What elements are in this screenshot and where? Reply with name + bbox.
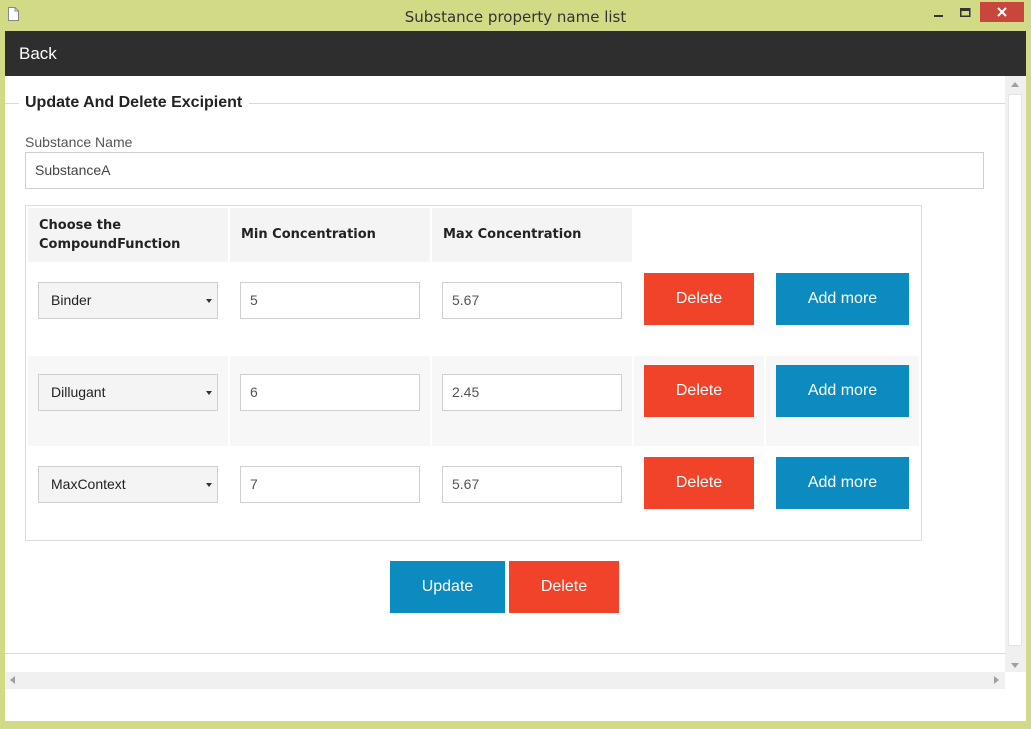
min-concentration-input[interactable]: 7 (240, 466, 420, 503)
compound-function-select[interactable]: Dillugant (38, 374, 218, 411)
header-compound-function: Choose the CompoundFunction (28, 208, 228, 262)
excipient-table: Choose the CompoundFunction Min Concentra… (25, 205, 922, 541)
main-content: Update And Delete Excipient Substance Na… (5, 76, 1005, 672)
section-title: Update And Delete Excipient (25, 94, 243, 111)
delete-row-button[interactable]: Delete (644, 457, 754, 509)
window-footer (5, 689, 1026, 721)
compound-function-select[interactable]: MaxContext (38, 466, 218, 503)
maximize-button[interactable] (956, 3, 974, 23)
back-link[interactable]: Back (19, 44, 57, 64)
delete-button[interactable]: Delete (509, 561, 619, 613)
app-window: Substance property name list Back Update… (0, 0, 1031, 729)
delete-row-button[interactable]: Delete (644, 273, 754, 325)
add-more-button[interactable]: Add more (776, 457, 909, 509)
substance-name-label: Substance Name (25, 134, 133, 150)
header-max-concentration: Max Concentration (432, 208, 632, 262)
chevron-down-icon (206, 299, 212, 303)
header-line: Choose the (39, 218, 122, 233)
maximize-icon (959, 8, 970, 17)
minimize-icon (934, 15, 943, 17)
min-concentration-input[interactable]: 6 (240, 374, 420, 411)
add-more-button[interactable]: Add more (776, 365, 909, 417)
min-concentration-input[interactable]: 5 (240, 282, 420, 319)
chevron-down-icon (206, 391, 212, 395)
fieldset-border (249, 103, 1005, 104)
max-concentration-input[interactable]: 5.67 (442, 282, 622, 319)
substance-name-input[interactable]: SubstanceA (25, 152, 984, 189)
scroll-right-icon[interactable] (994, 676, 999, 684)
close-button[interactable] (980, 2, 1024, 22)
window-title: Substance property name list (404, 8, 627, 26)
nav-bar: Back (5, 31, 1026, 76)
vertical-scrollbar[interactable] (1005, 76, 1026, 672)
chevron-down-icon (206, 483, 212, 487)
fieldset-border (5, 653, 1005, 654)
delete-row-button[interactable]: Delete (644, 365, 754, 417)
scrollbar-thumb[interactable] (1008, 94, 1022, 646)
scroll-up-icon[interactable] (1011, 82, 1019, 87)
max-concentration-input[interactable]: 2.45 (442, 374, 622, 411)
max-concentration-input[interactable]: 5.67 (442, 466, 622, 503)
add-more-button[interactable]: Add more (776, 273, 909, 325)
update-button[interactable]: Update (390, 561, 505, 613)
title-bar: Substance property name list (0, 0, 1031, 31)
horizontal-scrollbar[interactable] (5, 672, 1005, 689)
header-line: CompoundFunction (39, 237, 181, 252)
header-min-concentration: Min Concentration (230, 208, 430, 262)
scroll-down-icon[interactable] (1011, 663, 1019, 668)
close-icon (997, 7, 1007, 17)
fieldset-border (5, 103, 19, 104)
scroll-left-icon[interactable] (10, 676, 15, 684)
minimize-button[interactable] (930, 3, 948, 23)
compound-function-select[interactable]: Binder (38, 282, 218, 319)
client-area: Back Update And Delete Excipient Substan… (5, 31, 1026, 721)
